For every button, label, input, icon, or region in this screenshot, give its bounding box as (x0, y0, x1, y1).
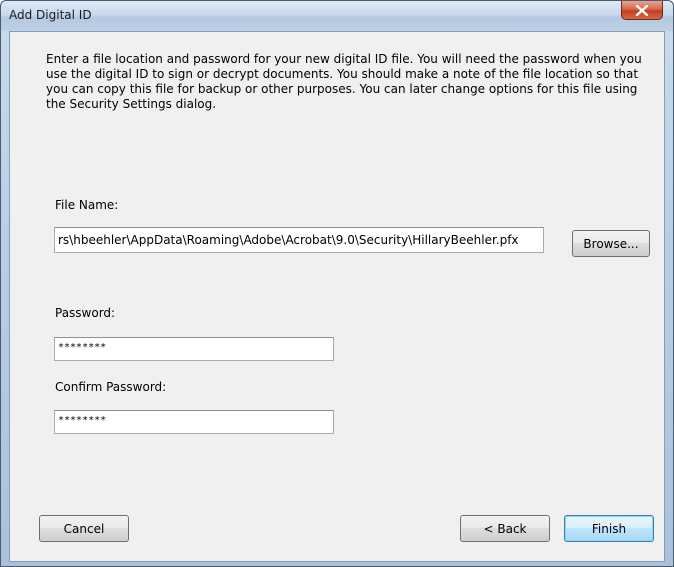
close-button[interactable] (621, 1, 663, 20)
browse-button[interactable]: Browse... (572, 230, 650, 257)
password-label: Password: (55, 306, 116, 320)
cancel-button[interactable]: Cancel (39, 515, 129, 542)
add-digital-id-dialog: Add Digital ID Enter a file location and… (0, 0, 674, 567)
file-name-input[interactable]: rs\hbeehler\AppData\Roaming\Adobe\Acroba… (54, 227, 544, 253)
password-input[interactable]: ******** (54, 337, 334, 361)
instructions-text: Enter a file location and password for y… (46, 52, 642, 111)
title-bar[interactable]: Add Digital ID (1, 1, 673, 31)
file-name-label: File Name: (55, 198, 119, 212)
finish-button[interactable]: Finish (564, 515, 654, 542)
close-icon (635, 4, 649, 16)
confirm-password-input[interactable]: ******** (54, 410, 334, 434)
confirm-password-label: Confirm Password: (55, 380, 167, 394)
window-title: Add Digital ID (9, 8, 92, 22)
back-button[interactable]: < Back (460, 515, 550, 542)
